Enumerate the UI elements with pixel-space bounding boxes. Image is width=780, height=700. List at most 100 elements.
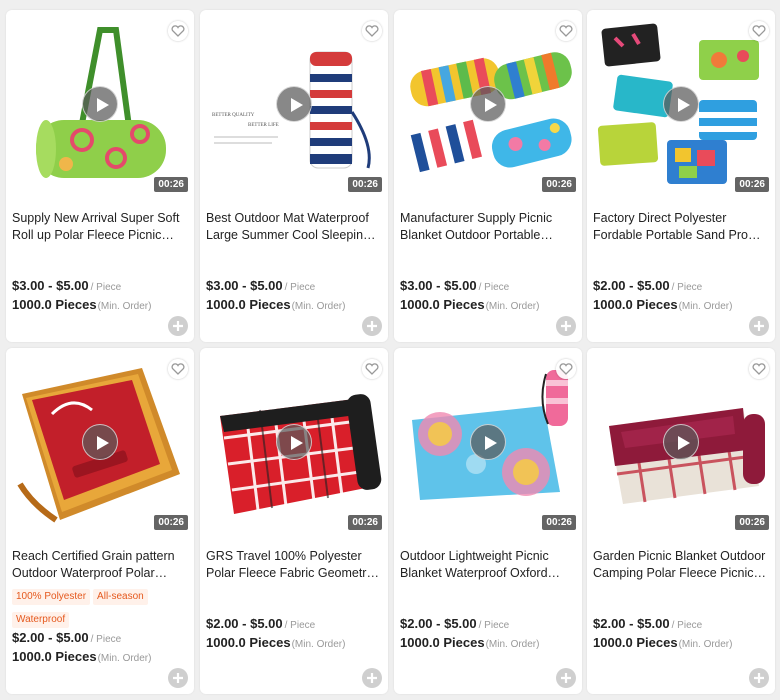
- product-card[interactable]: 00:26 Reach Certified Grain pattern Outd…: [6, 348, 194, 694]
- tag-waterproof: Waterproof: [12, 612, 70, 628]
- moq-value: 1000.0 Pieces: [593, 297, 678, 312]
- video-duration: 00:26: [542, 177, 576, 192]
- moq-note: (Min. Order): [485, 301, 540, 312]
- heart-icon[interactable]: [556, 21, 576, 41]
- price-unit: / Piece: [284, 282, 316, 293]
- min-order: 1000.0 Pieces(Min. Order): [12, 649, 151, 664]
- price-range: $3.00 - $5.00/ Piece: [400, 278, 509, 293]
- moq-value: 1000.0 Pieces: [12, 649, 97, 664]
- product-card[interactable]: BETTER QUALITY BETTER LIFE 00:26 Best Ou…: [200, 10, 388, 342]
- price-unit: / Piece: [671, 282, 703, 293]
- heart-icon[interactable]: [168, 359, 188, 379]
- product-tags: 100% Polyester All-season Waterproof: [12, 586, 186, 632]
- min-order: 1000.0 Pieces(Min. Order): [400, 635, 539, 650]
- plus-icon[interactable]: [168, 316, 188, 336]
- video-duration: 00:26: [542, 515, 576, 530]
- image-text-2: BETTER LIFE: [248, 123, 279, 128]
- price-unit: / Piece: [478, 620, 510, 631]
- product-title[interactable]: GRS Travel 100% Polyester Polar Fleece F…: [206, 548, 380, 582]
- price-unit: / Piece: [90, 634, 122, 645]
- product-title[interactable]: Best Outdoor Mat Waterproof Large Summer…: [206, 210, 380, 244]
- plus-icon[interactable]: [362, 668, 382, 688]
- image-text-1: BETTER QUALITY: [212, 113, 255, 118]
- product-title[interactable]: Supply New Arrival Super Soft Roll up Po…: [12, 210, 186, 244]
- video-duration: 00:26: [735, 515, 769, 530]
- price-unit: / Piece: [90, 282, 122, 293]
- price-unit: / Piece: [671, 620, 703, 631]
- product-image[interactable]: 00:26: [12, 354, 188, 530]
- min-order: 1000.0 Pieces(Min. Order): [400, 297, 539, 312]
- product-grid: 00:26 Supply New Arrival Super Soft Roll…: [0, 0, 780, 700]
- product-image[interactable]: 00:26: [206, 354, 382, 530]
- price-range: $3.00 - $5.00/ Piece: [206, 278, 315, 293]
- moq-note: (Min. Order): [97, 301, 152, 312]
- min-order: 1000.0 Pieces(Min. Order): [206, 297, 345, 312]
- moq-note: (Min. Order): [678, 639, 733, 650]
- min-order: 1000.0 Pieces(Min. Order): [593, 635, 732, 650]
- product-title[interactable]: Garden Picnic Blanket Outdoor Camping Po…: [593, 548, 767, 582]
- product-title[interactable]: Outdoor Lightweight Picnic Blanket Water…: [400, 548, 574, 582]
- play-icon[interactable]: [276, 424, 312, 460]
- price-range: $2.00 - $5.00/ Piece: [12, 630, 121, 645]
- heart-icon[interactable]: [556, 359, 576, 379]
- price-value: $2.00 - $5.00: [206, 616, 283, 631]
- plus-icon[interactable]: [362, 316, 382, 336]
- tag-polyester: 100% Polyester: [12, 589, 91, 605]
- plus-icon[interactable]: [749, 668, 769, 688]
- product-title[interactable]: Reach Certified Grain pattern Outdoor Wa…: [12, 548, 186, 582]
- product-image[interactable]: BETTER QUALITY BETTER LIFE 00:26: [206, 16, 382, 192]
- moq-note: (Min. Order): [678, 301, 733, 312]
- plus-icon[interactable]: [749, 316, 769, 336]
- play-icon[interactable]: [470, 424, 506, 460]
- price-range: $2.00 - $5.00/ Piece: [206, 616, 315, 631]
- product-image[interactable]: 00:26: [593, 16, 769, 192]
- price-value: $2.00 - $5.00: [400, 616, 477, 631]
- heart-icon[interactable]: [749, 21, 769, 41]
- heart-icon[interactable]: [168, 21, 188, 41]
- play-icon[interactable]: [470, 86, 506, 122]
- video-duration: 00:26: [348, 515, 382, 530]
- moq-value: 1000.0 Pieces: [206, 297, 291, 312]
- product-title[interactable]: Manufacturer Supply Picnic Blanket Outdo…: [400, 210, 574, 244]
- product-image[interactable]: 00:26: [12, 16, 188, 192]
- moq-value: 1000.0 Pieces: [12, 297, 97, 312]
- video-duration: 00:26: [154, 177, 188, 192]
- product-title[interactable]: Factory Direct Polyester Fordable Portab…: [593, 210, 767, 244]
- tag-all-season: All-season: [93, 589, 148, 605]
- plus-icon[interactable]: [168, 668, 188, 688]
- product-image[interactable]: 00:26: [593, 354, 769, 530]
- play-icon[interactable]: [663, 424, 699, 460]
- plus-icon[interactable]: [556, 316, 576, 336]
- price-unit: / Piece: [284, 620, 316, 631]
- product-image[interactable]: 00:26: [400, 16, 576, 192]
- moq-note: (Min. Order): [485, 639, 540, 650]
- moq-value: 1000.0 Pieces: [593, 635, 678, 650]
- product-image[interactable]: 00:26: [400, 354, 576, 530]
- price-value: $2.00 - $5.00: [593, 278, 670, 293]
- video-duration: 00:26: [735, 177, 769, 192]
- video-duration: 00:26: [348, 177, 382, 192]
- price-value: $3.00 - $5.00: [400, 278, 477, 293]
- play-icon[interactable]: [82, 424, 118, 460]
- price-value: $2.00 - $5.00: [593, 616, 670, 631]
- heart-icon[interactable]: [362, 21, 382, 41]
- product-card[interactable]: 00:26 Supply New Arrival Super Soft Roll…: [6, 10, 194, 342]
- product-card[interactable]: 00:26 Garden Picnic Blanket Outdoor Camp…: [587, 348, 775, 694]
- price-range: $2.00 - $5.00/ Piece: [400, 616, 509, 631]
- play-icon[interactable]: [663, 86, 699, 122]
- min-order: 1000.0 Pieces(Min. Order): [593, 297, 732, 312]
- heart-icon[interactable]: [749, 359, 769, 379]
- product-card[interactable]: 00:26 Outdoor Lightweight Picnic Blanket…: [394, 348, 582, 694]
- plus-icon[interactable]: [556, 668, 576, 688]
- product-card[interactable]: 00:26 Manufacturer Supply Picnic Blanket…: [394, 10, 582, 342]
- price-value: $3.00 - $5.00: [206, 278, 283, 293]
- product-card[interactable]: 00:26 Factory Direct Polyester Fordable …: [587, 10, 775, 342]
- moq-note: (Min. Order): [97, 653, 152, 664]
- price-value: $2.00 - $5.00: [12, 630, 89, 645]
- play-icon[interactable]: [82, 86, 118, 122]
- heart-icon[interactable]: [362, 359, 382, 379]
- product-card[interactable]: 00:26 GRS Travel 100% Polyester Polar Fl…: [200, 348, 388, 694]
- min-order: 1000.0 Pieces(Min. Order): [12, 297, 151, 312]
- moq-value: 1000.0 Pieces: [400, 297, 485, 312]
- play-icon[interactable]: [276, 86, 312, 122]
